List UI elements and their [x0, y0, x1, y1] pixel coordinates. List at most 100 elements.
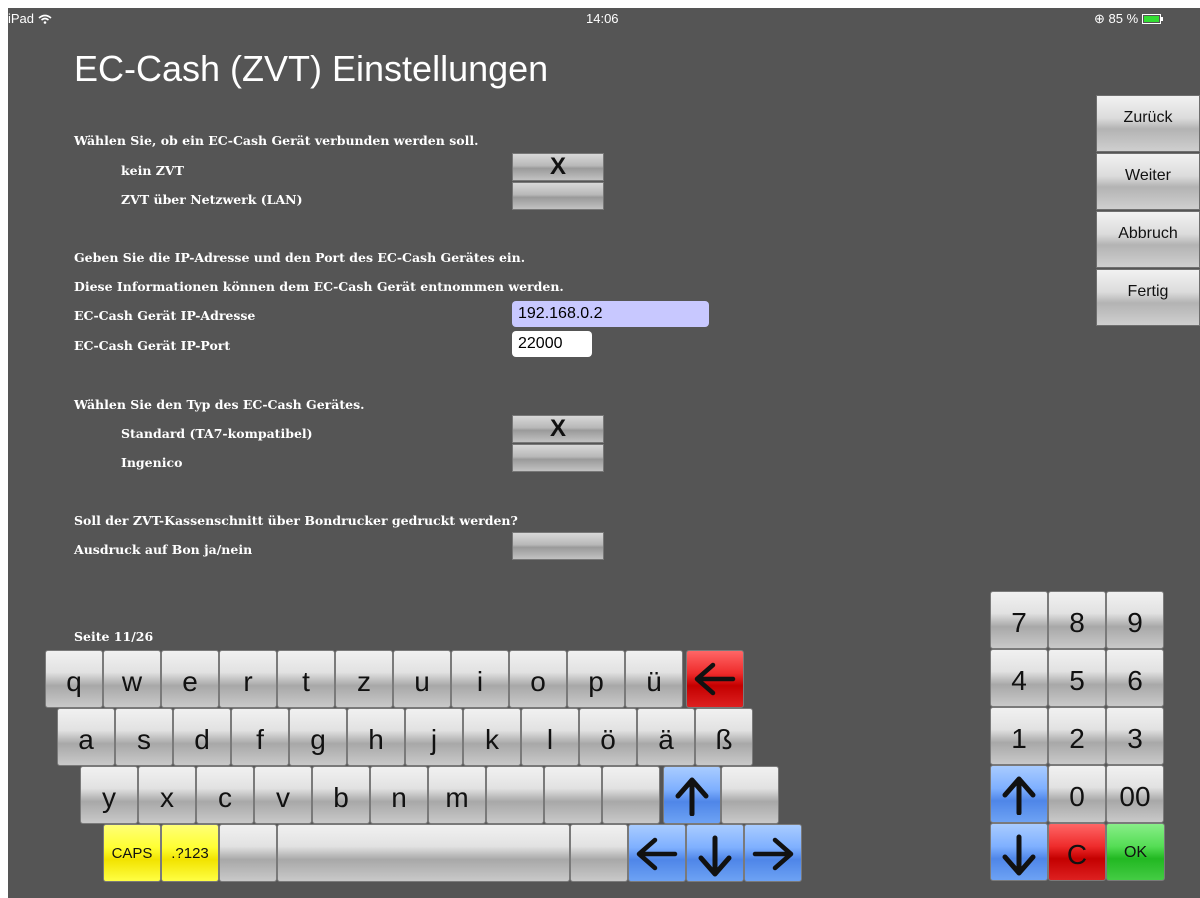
key-g[interactable]: g	[289, 708, 347, 766]
key-v[interactable]: v	[254, 766, 312, 824]
ip-address-label: EC-Cash Gerät IP-Adresse	[74, 308, 256, 323]
status-device: iPad	[8, 8, 52, 30]
shift-key[interactable]	[663, 766, 721, 824]
numpad-3[interactable]: 3	[1106, 707, 1164, 765]
numpad-down-key[interactable]	[990, 823, 1048, 881]
device-label: iPad	[8, 11, 35, 26]
numpad-9[interactable]: 9	[1106, 591, 1164, 649]
key-m[interactable]: m	[428, 766, 486, 824]
key-x[interactable]: x	[138, 766, 196, 824]
numpad-0[interactable]: 0	[1048, 765, 1106, 823]
device-type-heading: Wählen Sie den Typ des EC-Cash Gerätes.	[74, 397, 365, 412]
option-zvt-lan-toggle[interactable]	[512, 182, 604, 210]
option-zvt-lan-label: ZVT über Netzwerk (LAN)	[121, 192, 303, 207]
cursor-left-key[interactable]	[628, 824, 686, 882]
key-s[interactable]: s	[115, 708, 173, 766]
numpad-8[interactable]: 8	[1048, 591, 1106, 649]
key-h[interactable]: h	[347, 708, 405, 766]
key-w[interactable]: w	[103, 650, 161, 708]
numpad-1[interactable]: 1	[990, 707, 1048, 765]
app-screen: iPad 14:06 ⊕ 85 % EC-Cash (ZVT) Einstell…	[8, 8, 1200, 898]
wifi-icon	[38, 14, 52, 24]
key-oe[interactable]: ö	[579, 708, 637, 766]
option-standard-label: Standard (TA7-kompatibel)	[121, 426, 313, 441]
option-standard-toggle[interactable]: X	[512, 415, 604, 443]
numpad-2[interactable]: 2	[1048, 707, 1106, 765]
key-blank-1[interactable]	[486, 766, 544, 824]
numpad-ok-key[interactable]: OK	[1106, 823, 1165, 881]
arrow-left-icon	[694, 662, 736, 696]
key-u[interactable]: u	[393, 650, 451, 708]
next-button[interactable]: Weiter	[1096, 153, 1200, 210]
ip-port-input[interactable]: 22000	[512, 331, 592, 357]
cancel-button[interactable]: Abbruch	[1096, 211, 1200, 268]
arrow-down-icon	[698, 835, 732, 877]
cursor-down-key[interactable]	[686, 824, 744, 882]
key-ue[interactable]: ü	[625, 650, 683, 708]
status-time: 14:06	[586, 11, 619, 26]
option-no-zvt-toggle[interactable]: X	[512, 153, 604, 181]
page-title: EC-Cash (ZVT) Einstellungen	[74, 48, 549, 89]
key-q[interactable]: q	[45, 650, 103, 708]
option-ingenico-toggle[interactable]	[512, 444, 604, 472]
ip-port-label: EC-Cash Gerät IP-Port	[74, 338, 231, 353]
symbols-key[interactable]: .?123	[161, 824, 219, 882]
ip-address-input[interactable]: 192.168.0.2	[512, 301, 709, 327]
key-ae[interactable]: ä	[637, 708, 695, 766]
arrow-left-icon	[636, 837, 678, 871]
key-y[interactable]: y	[80, 766, 138, 824]
key-e[interactable]: e	[161, 650, 219, 708]
key-sz[interactable]: ß	[695, 708, 753, 766]
rotation-lock-icon: ⊕	[1094, 11, 1105, 26]
option-ingenico-label: Ingenico	[121, 455, 183, 470]
backspace-key[interactable]	[686, 650, 744, 708]
battery-percent: 85 %	[1108, 11, 1139, 26]
key-p[interactable]: p	[567, 650, 625, 708]
status-battery: ⊕ 85 %	[1094, 8, 1164, 30]
key-z[interactable]: z	[335, 650, 393, 708]
receipt-print-toggle[interactable]	[512, 532, 604, 560]
zvt-connection-heading: Wählen Sie, ob ein EC-Cash Gerät verbund…	[74, 133, 479, 148]
key-n[interactable]: n	[370, 766, 428, 824]
key-r[interactable]: r	[219, 650, 277, 708]
space-key[interactable]	[277, 824, 570, 882]
arrow-up-icon	[675, 777, 709, 816]
page-indicator: Seite 11/26	[74, 629, 154, 644]
key-blank-5[interactable]	[219, 824, 277, 882]
key-f[interactable]: f	[231, 708, 289, 766]
numpad-7[interactable]: 7	[990, 591, 1048, 649]
ip-instructions-line2: Diese Informationen können dem EC-Cash G…	[74, 279, 564, 294]
key-l[interactable]: l	[521, 708, 579, 766]
caps-key[interactable]: CAPS	[103, 824, 161, 882]
receipt-print-label: Ausdruck auf Bon ja/nein	[74, 542, 253, 557]
cursor-right-key[interactable]	[744, 824, 802, 882]
battery-icon	[1141, 14, 1163, 24]
numpad-5[interactable]: 5	[1048, 649, 1106, 707]
ip-instructions-line1: Geben Sie die IP-Adresse und den Port de…	[74, 250, 526, 265]
numpad-4[interactable]: 4	[990, 649, 1048, 707]
numpad-6[interactable]: 6	[1106, 649, 1164, 707]
numpad-up-key[interactable]	[990, 765, 1048, 823]
key-d[interactable]: d	[173, 708, 231, 766]
arrow-right-icon	[752, 837, 794, 871]
option-no-zvt-label: kein ZVT	[121, 163, 184, 178]
key-a[interactable]: a	[57, 708, 115, 766]
done-button[interactable]: Fertig	[1096, 269, 1200, 326]
key-k[interactable]: k	[463, 708, 521, 766]
key-c[interactable]: c	[196, 766, 254, 824]
arrow-up-icon	[1002, 776, 1036, 815]
key-blank-2[interactable]	[544, 766, 602, 824]
key-i[interactable]: i	[451, 650, 509, 708]
key-j[interactable]: j	[405, 708, 463, 766]
key-blank-6[interactable]	[570, 824, 628, 882]
numpad-clear-key[interactable]: C	[1048, 823, 1106, 881]
back-button[interactable]: Zurück	[1096, 95, 1200, 152]
receipt-print-heading: Soll der ZVT-Kassenschnitt über Bondruck…	[74, 513, 518, 528]
key-t[interactable]: t	[277, 650, 335, 708]
key-b[interactable]: b	[312, 766, 370, 824]
key-blank-3[interactable]	[602, 766, 660, 824]
key-blank-4[interactable]	[721, 766, 779, 824]
numpad-00[interactable]: 00	[1106, 765, 1164, 823]
key-o[interactable]: o	[509, 650, 567, 708]
arrow-down-icon	[1002, 834, 1036, 876]
